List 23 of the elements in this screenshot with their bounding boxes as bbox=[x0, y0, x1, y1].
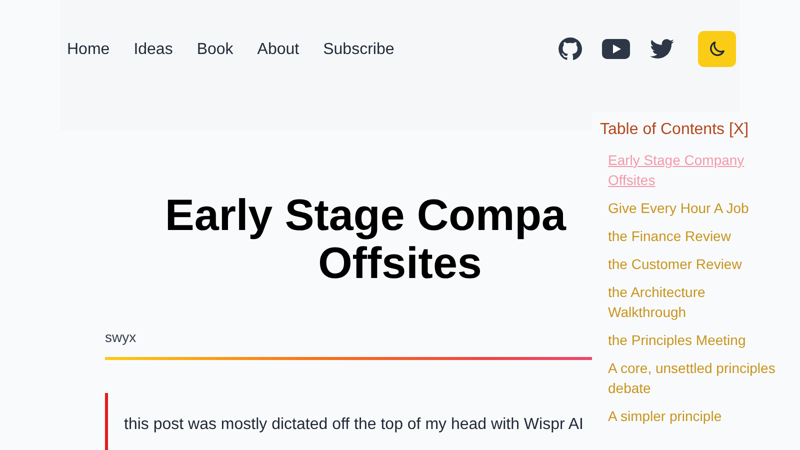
nav-link[interactable]: Book bbox=[196, 40, 234, 60]
nav-link[interactable]: About bbox=[257, 40, 300, 60]
toc-link[interactable]: the Finance Review bbox=[608, 226, 731, 246]
toc-link[interactable]: Early Stage Company Offsites bbox=[608, 150, 780, 190]
article-title: Offsites bbox=[318, 240, 482, 288]
toc-link[interactable]: A core, unsettled principles debate bbox=[608, 358, 780, 398]
nav-link[interactable]: Home bbox=[67, 40, 110, 60]
toc-toggle-link[interactable]: Table of Contents [X] bbox=[600, 120, 749, 140]
moon-icon bbox=[707, 39, 727, 59]
toc-link[interactable]: Give Every Hour A Job bbox=[608, 198, 749, 218]
youtube-icon[interactable] bbox=[602, 39, 630, 59]
nav-link[interactable]: Subscribe bbox=[323, 40, 394, 60]
bird-icon[interactable] bbox=[650, 39, 674, 59]
quote-text: this post was mostly dictated off the top of my head with Wispr AI bbox=[124, 416, 584, 433]
theme-toggle-button[interactable] bbox=[698, 31, 736, 67]
toc-link[interactable]: the Architecture Walkthrough bbox=[608, 282, 780, 322]
nav-link[interactable]: Ideas bbox=[134, 40, 173, 60]
github-icon[interactable] bbox=[558, 37, 582, 61]
toc-link[interactable]: the Customer Review bbox=[608, 254, 742, 274]
toc-link[interactable]: A simpler principle bbox=[608, 406, 722, 426]
toc-link[interactable]: the Principles Meeting bbox=[608, 330, 746, 350]
article-title: Early Stage Compa bbox=[165, 192, 566, 240]
author-name: swyx bbox=[105, 328, 136, 346]
